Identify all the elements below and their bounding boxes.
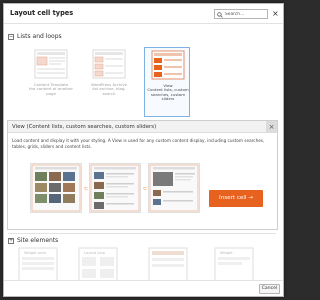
cell-type-wordpress-archive[interactable]: WordPress Archive list archive, blog, se… bbox=[86, 47, 132, 117]
widget-area-icon: Widget area bbox=[18, 247, 58, 280]
layout-cell-types-dialog: Layout cell types × − Lists and loops bbox=[3, 3, 284, 297]
detail-close-icon[interactable]: × bbox=[266, 121, 277, 133]
section-header-site-elements[interactable]: + Site elements bbox=[8, 237, 58, 244]
section-header-lists-and-loops[interactable]: − Lists and loops bbox=[8, 33, 62, 40]
cell-type-widget[interactable]: Widget bbox=[214, 247, 260, 280]
wordpress-archive-icon bbox=[92, 49, 126, 79]
slider-preview-image bbox=[149, 164, 199, 212]
arrow-icon: ⊂ bbox=[143, 186, 148, 192]
dialog-title: Layout cell types bbox=[10, 9, 74, 17]
cell-type-content-template[interactable]: Content Template the content of another … bbox=[28, 47, 74, 117]
card-label: WordPress Archive list archive, blog, se… bbox=[90, 82, 128, 96]
section-divider bbox=[8, 233, 276, 234]
arrow-icon: ⊂ bbox=[84, 186, 89, 192]
search-box[interactable] bbox=[214, 9, 268, 19]
site-card-label: Widget area bbox=[24, 251, 46, 255]
site-card-label: Layout loop bbox=[84, 251, 106, 255]
collapse-icon[interactable]: − bbox=[8, 33, 14, 40]
detail-header: View (Content lists, custom searches, cu… bbox=[8, 121, 277, 133]
section-title: Site elements bbox=[17, 237, 59, 244]
layout-loop-icon: Layout loop bbox=[78, 247, 118, 280]
insert-cell-button[interactable]: Insert cell → bbox=[209, 190, 263, 207]
cell-type-widget-area[interactable]: Widget area bbox=[18, 247, 64, 280]
example-screenshot-grid bbox=[30, 163, 82, 213]
content-template-icon bbox=[34, 49, 68, 79]
cell-type-layout-loop[interactable]: Layout loop bbox=[78, 247, 124, 280]
close-icon[interactable]: × bbox=[272, 10, 279, 18]
example-screenshot-list bbox=[89, 163, 141, 213]
cell-type-view[interactable]: View Content lists, custom searches, cus… bbox=[144, 47, 190, 117]
search-input[interactable] bbox=[225, 11, 267, 18]
list-preview-image bbox=[90, 164, 140, 212]
site-card-label: Widget bbox=[220, 251, 233, 255]
search-icon bbox=[217, 11, 223, 18]
card-label: View Content lists, custom searches, cus… bbox=[147, 83, 189, 102]
card-label: Content Template the content of another … bbox=[29, 82, 73, 96]
dialog-header: Layout cell types × bbox=[4, 4, 283, 24]
detail-description: Load content and display it with your st… bbox=[12, 138, 265, 149]
example-screenshot-slider bbox=[148, 163, 200, 213]
grid-preview-image bbox=[31, 164, 81, 212]
widget-icon: Widget bbox=[214, 247, 254, 280]
cell-types-list[interactable]: − Lists and loops Content Template the c… bbox=[4, 25, 283, 280]
section-title: Lists and loops bbox=[17, 33, 62, 40]
cancel-button[interactable]: Cancel bbox=[259, 284, 280, 294]
view-icon bbox=[151, 50, 185, 80]
detail-title: View (Content lists, custom searches, cu… bbox=[12, 124, 157, 130]
dialog-footer: Cancel bbox=[4, 280, 283, 296]
expand-icon[interactable]: + bbox=[8, 237, 14, 244]
menu-icon bbox=[148, 247, 188, 280]
view-detail-panel: View (Content lists, custom searches, cu… bbox=[7, 120, 278, 230]
cell-type-menu[interactable] bbox=[148, 247, 194, 280]
